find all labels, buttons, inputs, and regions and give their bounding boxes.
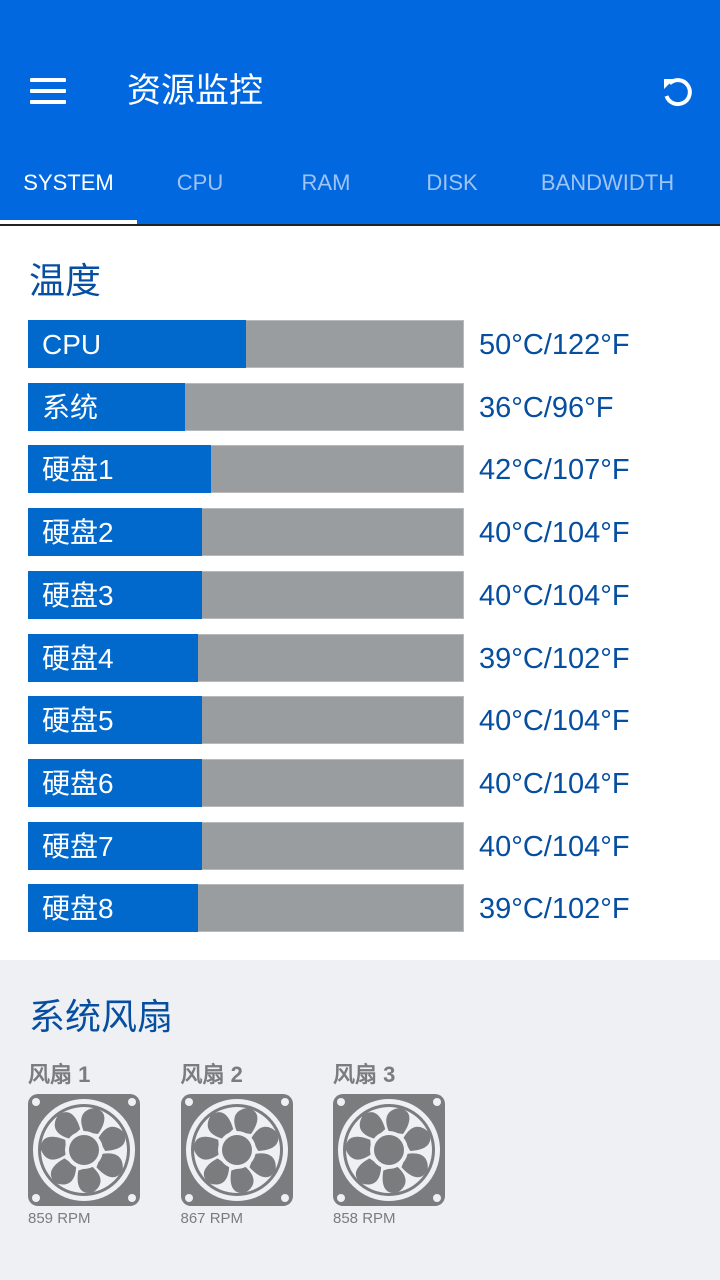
temperature-bar: 硬盘6 [28, 758, 464, 807]
bar-label: 硬盘8 [42, 893, 114, 925]
menu-button[interactable] [30, 78, 66, 104]
tab-bar: SYSTEM CPU RAM DISK BANDWIDTH [0, 150, 720, 224]
temperature-bar: 系统 [28, 382, 464, 431]
temperature-value: 39°C/102°F [479, 893, 630, 926]
fan-name: 风扇 2 [180, 1062, 243, 1087]
fan-icon [333, 1094, 445, 1206]
temperature-bar: 硬盘4 [28, 633, 464, 682]
tab-cpu[interactable]: CPU [137, 150, 263, 220]
temperature-value: 40°C/104°F [479, 767, 630, 800]
temperature-value: 40°C/104°F [479, 517, 630, 550]
hamburger-menu-icon [30, 78, 66, 82]
bar-label: 硬盘6 [42, 767, 114, 799]
bar-label: CPU [42, 329, 102, 360]
hamburger-menu-icon-line [30, 89, 66, 93]
bar-label: 硬盘2 [42, 517, 114, 549]
temperature-bar: 硬盘7 [28, 821, 464, 870]
temperature-value: 36°C/96°F [479, 391, 614, 424]
tab-system[interactable]: SYSTEM [0, 150, 137, 220]
fans-heading: 系统风扇 [29, 996, 174, 1037]
fan-item: 风扇 1 859 RPM [28, 1060, 148, 1227]
bar-label: 硬盘3 [42, 579, 114, 611]
temperature-bar: 硬盘2 [28, 508, 464, 557]
temperature-value: 40°C/104°F [479, 579, 630, 612]
bar-label: 硬盘1 [42, 454, 114, 486]
fan-item: 风扇 2 867 RPM [180, 1060, 301, 1227]
fan-item: 风扇 3 858 RPM [333, 1060, 453, 1227]
temperature-value: 39°C/102°F [479, 642, 630, 675]
temperature-bar: 硬盘1 [28, 445, 464, 494]
refresh-icon [664, 78, 692, 107]
fan-rpm: 858 RPM [333, 1210, 396, 1227]
tab-ram[interactable]: RAM [263, 150, 389, 220]
temperature-bar: 硬盘8 [28, 884, 464, 933]
tab-bandwidth[interactable]: BANDWIDTH [515, 150, 700, 220]
fan-icon [180, 1094, 293, 1206]
temperature-bar: CPU [28, 320, 464, 368]
bar-label: 硬盘4 [42, 642, 114, 674]
bar-label: 系统 [42, 391, 99, 423]
temperature-heading: 温度 [29, 260, 102, 301]
app-bar: 资源监控 SYSTEM CPU RAM DISK BANDWIDTH [0, 0, 720, 224]
fan-name: 风扇 3 [333, 1062, 396, 1087]
fan-rpm: 867 RPM [180, 1210, 244, 1227]
app-bar-divider [0, 224, 720, 226]
tab-disk[interactable]: DISK [389, 150, 515, 220]
temperature-value: 50°C/122°F [479, 329, 630, 361]
fan-name: 风扇 1 [28, 1062, 91, 1087]
temperature-bar: 硬盘3 [28, 570, 464, 619]
hamburger-menu-icon-line [30, 100, 66, 104]
temperature-value: 40°C/104°F [479, 830, 630, 863]
page-title: 资源监控 [127, 72, 263, 110]
fan-icon [28, 1094, 140, 1206]
bar-label: 硬盘5 [42, 705, 114, 737]
bar-label: 硬盘7 [42, 830, 114, 862]
fan-rpm: 859 RPM [28, 1210, 91, 1227]
temperature-bar: 硬盘5 [28, 696, 464, 745]
refresh-button[interactable] [656, 70, 700, 114]
temperature-value: 42°C/107°F [479, 454, 630, 487]
temperature-value: 40°C/104°F [479, 705, 630, 738]
